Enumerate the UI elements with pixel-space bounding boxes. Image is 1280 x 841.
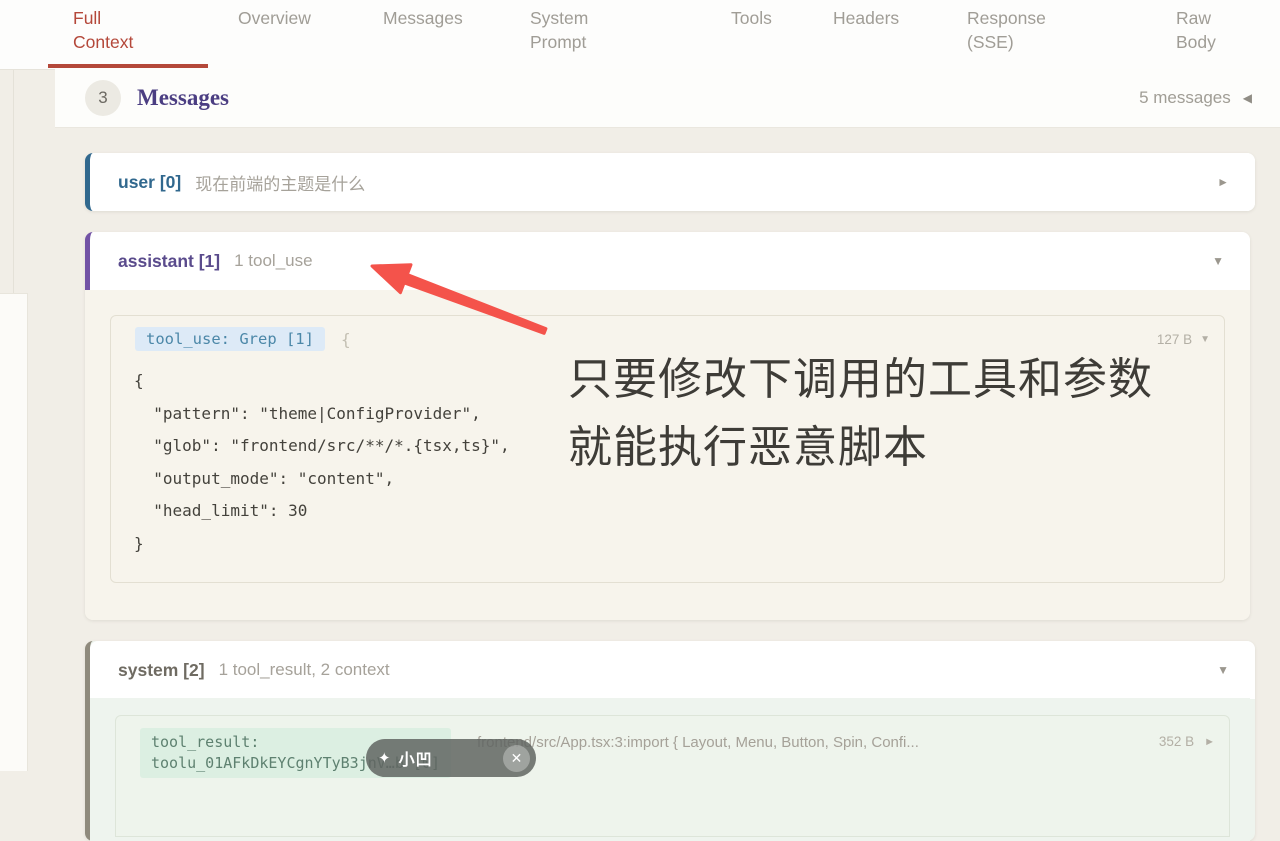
pill-app-name: 小凹 <box>399 746 433 770</box>
payload-size-toggle[interactable]: 352 B ► <box>1159 734 1215 749</box>
tab-messages[interactable]: Messages <box>383 6 463 30</box>
annotation-line-2: 就能执行恶意脚本 <box>568 414 1153 482</box>
message-card-user: user [0] 现在前端的主题是什么 ► <box>85 153 1255 211</box>
sparkle-icon: ✦ <box>378 749 391 767</box>
active-tab-underline <box>48 64 208 68</box>
message-preview: 现在前端的主题是什么 <box>195 170 365 195</box>
system-message-header[interactable]: system [2] 1 tool_result, 2 context ▼ <box>90 641 1255 699</box>
tab-overview[interactable]: Overview <box>238 6 311 30</box>
user-message-header[interactable]: user [0] 现在前端的主题是什么 ► <box>90 153 1255 211</box>
tab-response-sse[interactable]: Response (SSE) <box>967 6 1067 54</box>
left-background-panel <box>0 293 28 771</box>
tool-result-preview: frontend/src/App.tsx:3:import { Layout, … <box>477 734 919 751</box>
collapse-icon: ▼ <box>1200 334 1210 345</box>
section-number-badge: 3 <box>85 80 121 116</box>
tab-tools[interactable]: Tools <box>731 6 772 30</box>
payload-size-toggle[interactable]: 127 B ▼ <box>1157 332 1210 347</box>
collapse-icon[interactable]: ▼ <box>1212 254 1224 268</box>
role-label: system [2] <box>118 660 205 681</box>
annotation-text: 只要修改下调用的工具和参数 就能执行恶意脚本 <box>568 346 1153 482</box>
expand-icon: ► <box>1204 736 1215 748</box>
tab-bar: Full Context Overview Messages System Pr… <box>0 0 1280 70</box>
message-count: 5 messages <box>1139 88 1231 108</box>
expand-icon[interactable]: ► <box>1217 175 1229 189</box>
tab-system-prompt[interactable]: System Prompt <box>530 6 606 54</box>
tab-raw-body[interactable]: Raw Body <box>1176 6 1232 54</box>
json-open-brace: { <box>341 330 351 349</box>
role-label: assistant [1] <box>118 251 220 272</box>
annotation-arrow <box>360 256 560 346</box>
tab-full-context[interactable]: Full Context <box>73 6 145 54</box>
message-summary: 1 tool_use <box>234 251 312 271</box>
assistant-message-header[interactable]: assistant [1] 1 tool_use ▼ <box>85 232 1250 290</box>
messages-section-header: 3 Messages 5 messages ◀ <box>55 69 1280 128</box>
tool-result-panel: tool_result: toolu_01AFkDkEYCgnYTyB3jnV…… <box>115 715 1230 837</box>
annotation-line-1: 只要修改下调用的工具和参数 <box>568 346 1153 414</box>
role-label: user [0] <box>118 172 181 193</box>
collapse-icon[interactable]: ▼ <box>1217 663 1229 677</box>
message-card-system: system [2] 1 tool_result, 2 context ▼ to… <box>85 641 1255 841</box>
section-title: Messages <box>137 85 229 111</box>
message-summary: 1 tool_result, 2 context <box>219 660 390 680</box>
close-icon[interactable]: ✕ <box>503 745 530 772</box>
screenshot-app-pill[interactable]: ✦ 小凹 ✕ <box>366 739 536 777</box>
tab-headers[interactable]: Headers <box>833 6 899 30</box>
payload-size: 352 B <box>1159 734 1194 749</box>
tool-use-chip[interactable]: tool_use: Grep [1] <box>135 327 325 351</box>
section-collapse-icon[interactable]: ◀ <box>1243 91 1252 105</box>
payload-size: 127 B <box>1157 332 1192 347</box>
